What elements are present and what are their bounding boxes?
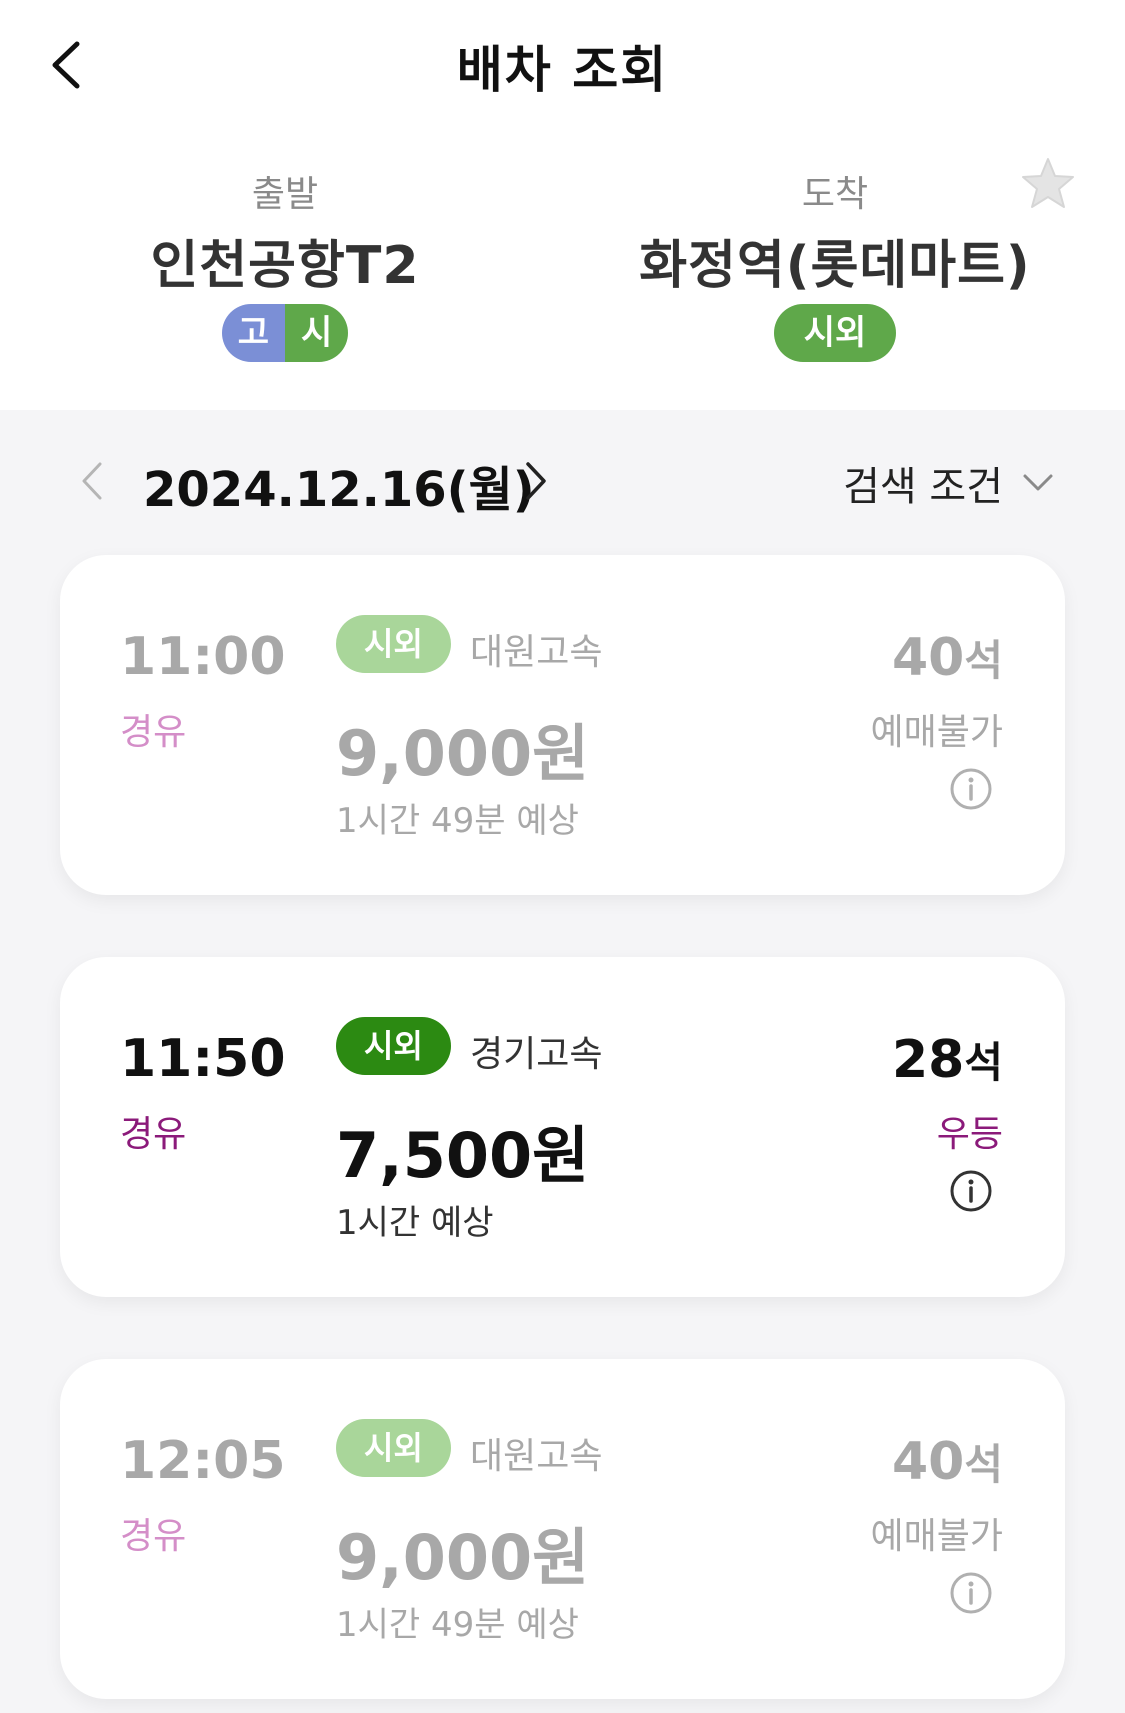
estimated-duration: 1시간 예상: [336, 1203, 494, 1243]
chevron-left-icon: [82, 462, 102, 500]
info-icon: [950, 768, 992, 810]
departure-time: 12:05: [120, 1431, 286, 1491]
via-label: 경유: [120, 1516, 187, 1557]
arrival-name: 화정역(롯데마트): [639, 236, 1031, 296]
departure-type-badge: 고 시: [221, 304, 349, 362]
chevron-down-icon: [1023, 474, 1053, 491]
seat-number: 40: [891, 1432, 965, 1492]
express-badge: 고: [221, 304, 285, 362]
seat-unit: 석: [964, 1440, 1003, 1489]
seat-count: 40석: [892, 1431, 1003, 1492]
seat-count: 28석: [892, 1029, 1003, 1090]
search-filter-button[interactable]: 검색 조건: [843, 454, 1055, 512]
via-label: 경유: [120, 1114, 187, 1155]
departure-name: 인천공항T2: [150, 236, 420, 296]
schedule-card[interactable]: 11:50 경유 시외 경기고속 7,500원 1시간 예상 28석 우등: [60, 957, 1065, 1297]
departure-section: 출발 인천공항T2 고 시: [5, 165, 565, 362]
filter-label: 검색 조건: [843, 464, 1003, 510]
departure-label: 출발: [251, 174, 319, 215]
route-summary: 출발 인천공항T2 고 시 도착 화정역(롯데마트) 시외: [0, 135, 1125, 410]
app-header: 배차 조회: [0, 0, 1125, 135]
fare-price: 9,000원: [336, 717, 590, 790]
info-button[interactable]: [949, 1571, 993, 1615]
bus-type-badge: 시외: [336, 615, 451, 673]
seat-unit: 석: [964, 1038, 1003, 1087]
seat-grade: 우등: [936, 1114, 1003, 1155]
departure-time: 11:00: [120, 627, 286, 687]
schedule-card[interactable]: 11:00 경유 시외 대원고속 9,000원 1시간 49분 예상 40석 예…: [60, 555, 1065, 895]
booking-status: 예매불가: [870, 1516, 1003, 1557]
bus-company: 대원고속: [470, 632, 603, 673]
bus-type-badge: 시외: [336, 1419, 451, 1477]
date-bar: 2024.12.16(월) 검색 조건: [0, 410, 1125, 555]
star-icon: [1022, 158, 1074, 208]
selected-date[interactable]: 2024.12.16(월): [143, 450, 535, 520]
intercity-badge: 시: [285, 304, 349, 362]
seat-unit: 석: [964, 636, 1003, 685]
fare-price: 9,000원: [336, 1521, 590, 1594]
departure-time: 11:50: [120, 1029, 286, 1089]
estimated-duration: 1시간 49분 예상: [336, 1605, 579, 1645]
info-button[interactable]: [949, 767, 993, 811]
seat-count: 40석: [892, 627, 1003, 688]
favorite-button[interactable]: [1019, 155, 1077, 213]
chevron-right-icon: [526, 462, 546, 500]
estimated-duration: 1시간 49분 예상: [336, 801, 579, 841]
arrival-type-badge: 시외: [773, 304, 897, 362]
bus-company: 대원고속: [470, 1436, 603, 1477]
seat-number: 28: [891, 1030, 965, 1090]
info-button[interactable]: [949, 1169, 993, 1213]
next-date-button[interactable]: [520, 458, 550, 504]
via-label: 경유: [120, 712, 187, 753]
info-icon: [950, 1572, 992, 1614]
info-icon: [950, 1170, 992, 1212]
seat-number: 40: [891, 628, 965, 688]
results-area: 2024.12.16(월) 검색 조건 11:00 경유 시외 대원고속 9,0…: [0, 410, 1125, 1713]
schedule-card[interactable]: 12:05 경유 시외 대원고속 9,000원 1시간 49분 예상 40석 예…: [60, 1359, 1065, 1699]
page-title: 배차 조회: [456, 41, 669, 99]
prev-date-button[interactable]: [78, 458, 108, 504]
fare-price: 7,500원: [336, 1119, 590, 1192]
bus-company: 경기고속: [470, 1034, 603, 1075]
bus-type-badge: 시외: [336, 1017, 451, 1075]
booking-status: 예매불가: [870, 712, 1003, 753]
